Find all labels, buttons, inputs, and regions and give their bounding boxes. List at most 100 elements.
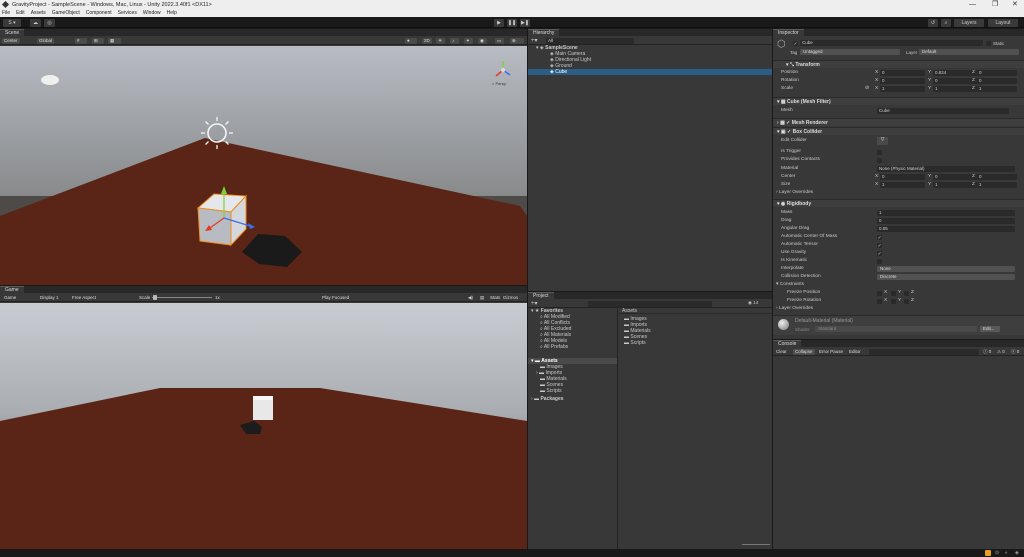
scene-viewport[interactable] — [0, 46, 527, 285]
add-button[interactable]: +▾ — [531, 37, 538, 44]
close-button[interactable]: ✕ — [1012, 0, 1018, 9]
size-x-field[interactable]: 1 — [880, 182, 925, 188]
freeze-rot-x-checkbox[interactable] — [877, 298, 882, 304]
icon-size-slider[interactable] — [742, 544, 770, 545]
drag-field[interactable]: 0 — [877, 218, 1015, 224]
tab-game[interactable]: Game — [0, 286, 24, 293]
tab-project[interactable]: Project — [528, 292, 554, 299]
history-icon[interactable]: ↺ — [928, 18, 938, 27]
project-add-button[interactable]: +▾ — [531, 300, 538, 307]
play-button[interactable]: ▶ — [494, 18, 504, 27]
rigidbody-header[interactable]: ▾ ◉ Rigidbody — [773, 199, 1024, 207]
maximize-button[interactable]: ❐ — [992, 0, 998, 9]
freeze-pos-z-checkbox[interactable] — [904, 290, 909, 296]
scale-x-field[interactable]: 1 — [880, 86, 925, 92]
mass-field[interactable]: 1 — [877, 210, 1015, 216]
shader-edit-button[interactable]: Edit... — [980, 326, 1000, 332]
snap-increment-icon[interactable]: ▦ — [108, 37, 121, 44]
warning-count[interactable]: ⚠ 0 — [995, 349, 1007, 355]
layers-dropdown[interactable]: Layers — [954, 18, 984, 27]
mesh-renderer-header[interactable]: › ▦ ✓ Mesh Renderer — [773, 118, 1024, 126]
grid-icon[interactable]: # — [75, 37, 87, 44]
global-dropdown[interactable]: Global — [37, 37, 55, 44]
audio-icon[interactable]: ♪ — [450, 37, 459, 44]
active-checkbox[interactable]: ✓ — [793, 41, 798, 46]
size-z-field[interactable]: 1 — [977, 182, 1017, 188]
provides-contacts-checkbox[interactable] — [877, 157, 882, 163]
menu-assets[interactable]: Assets — [31, 10, 46, 16]
pause-button[interactable]: ❚❚ — [507, 18, 517, 27]
error-pause-toggle[interactable]: Error Pause — [817, 349, 845, 355]
interpolate-dropdown[interactable]: None — [877, 266, 1015, 272]
freeze-pos-y-checkbox[interactable] — [891, 290, 896, 296]
scale-slider-handle[interactable] — [153, 295, 157, 300]
step-button[interactable]: ▶❚ — [520, 18, 530, 27]
play-focused-dropdown[interactable]: Play Focused — [320, 295, 351, 301]
effects-icon[interactable]: ✦ — [464, 37, 473, 44]
mute-icon[interactable]: ◀) — [466, 295, 475, 301]
collision-dropdown[interactable]: Discrete — [877, 274, 1015, 280]
mesh-field[interactable]: Cube — [877, 108, 1009, 114]
layout-dropdown[interactable]: Layout — [988, 18, 1018, 27]
rotation-x-field[interactable]: 0 — [880, 78, 925, 84]
layer-dropdown[interactable]: Default — [919, 49, 1019, 55]
is-trigger-checkbox[interactable] — [877, 149, 882, 155]
packages-folder[interactable]: › ▬ Packages — [528, 396, 617, 402]
tab-inspector[interactable]: Inspector — [773, 29, 804, 36]
info-count[interactable]: ⓘ 0 — [981, 349, 993, 355]
visibility-icon[interactable]: ◉ — [478, 37, 487, 44]
position-x-field[interactable]: 0 — [880, 70, 925, 76]
transform-header[interactable]: ▾ ⤡ Transform — [773, 60, 1024, 68]
constraints-row[interactable]: ▾ Constraints — [773, 281, 1024, 289]
auto-tensor-checkbox[interactable]: ✓ — [877, 242, 882, 248]
editor-dropdown[interactable]: Editor — [847, 349, 863, 355]
freeze-rot-z-checkbox[interactable] — [904, 298, 909, 304]
box-collider-header[interactable]: ▾ ▣ ✓ Box Collider — [773, 127, 1024, 135]
center-x-field[interactable]: 0 — [880, 174, 925, 180]
pivot-dropdown[interactable]: Center — [2, 37, 20, 44]
angular-drag-field[interactable]: 0.05 — [877, 226, 1015, 232]
tab-hierarchy[interactable]: Hierarchy — [528, 29, 560, 36]
gizmos-icon[interactable]: ⊕ — [510, 37, 524, 44]
static-checkbox[interactable] — [986, 41, 991, 46]
error-count[interactable]: ⓧ 0 — [1009, 349, 1021, 355]
menu-help[interactable]: Help — [167, 10, 177, 16]
link-icon[interactable]: ⊘ — [865, 85, 869, 93]
menu-edit[interactable]: Edit — [16, 10, 25, 16]
auto-com-checkbox[interactable]: ✓ — [877, 234, 882, 240]
collapse-toggle[interactable]: Collapse — [793, 348, 815, 355]
freeze-pos-x-checkbox[interactable] — [877, 290, 882, 296]
is-kinematic-checkbox[interactable] — [877, 258, 882, 264]
tab-console[interactable]: Console — [773, 340, 802, 347]
tag-dropdown[interactable]: Untagged — [800, 49, 900, 55]
account-button[interactable]: S ▾ — [3, 18, 21, 27]
use-gravity-checkbox[interactable]: ✓ — [877, 250, 882, 256]
rotation-z-field[interactable]: 0 — [977, 78, 1017, 84]
collider-layer-overrides[interactable]: › Layer Overrides — [773, 189, 1024, 197]
freeze-rot-y-checkbox[interactable] — [891, 298, 896, 304]
gizmos-dropdown[interactable]: Gizmos — [501, 295, 520, 301]
project-search-input[interactable] — [588, 300, 712, 307]
scale-slider[interactable] — [152, 297, 212, 298]
game-mode-dropdown[interactable]: Game — [2, 295, 18, 301]
center-z-field[interactable]: 0 — [977, 174, 1017, 180]
folder-item[interactable]: ▬ Scripts — [528, 388, 617, 394]
menu-window[interactable]: Window — [143, 10, 161, 16]
aspect-dropdown[interactable]: Free Aspect — [70, 295, 98, 301]
stats-icon[interactable]: ▤ — [478, 295, 486, 301]
hierarchy-item-cube[interactable]: ◈ Cube — [528, 69, 772, 75]
rigidbody-layer-overrides[interactable]: › Layer Overrides — [773, 305, 1024, 313]
persp-label[interactable]: < Persp — [492, 81, 506, 86]
clear-button[interactable]: Clear — [774, 349, 789, 355]
object-name-field[interactable]: Cube — [800, 40, 983, 46]
favorite-item[interactable]: ⌕ All Prefabs — [528, 344, 617, 350]
content-folder[interactable]: ▬ Scripts — [619, 340, 772, 346]
minimize-button[interactable]: — — [969, 0, 976, 9]
lighting-icon[interactable]: ☀ — [436, 37, 445, 44]
search-icon[interactable]: ⌕ — [941, 18, 951, 27]
position-z-field[interactable]: 0 — [977, 70, 1017, 76]
camera-icon[interactable]: ▭ — [495, 37, 504, 44]
console-search-input[interactable] — [869, 348, 979, 355]
hierarchy-search-input[interactable]: All — [546, 37, 634, 44]
menu-gameobject[interactable]: GameObject — [52, 10, 80, 16]
